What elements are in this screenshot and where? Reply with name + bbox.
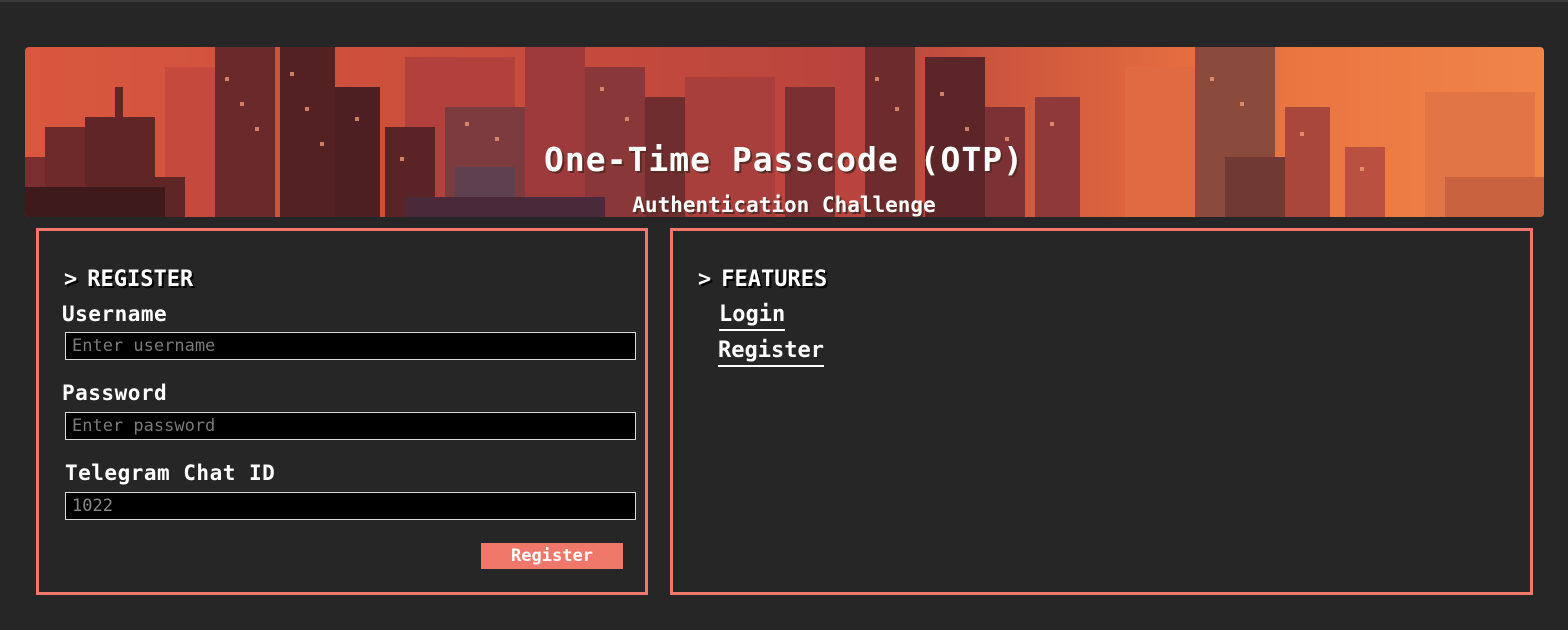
page-subtitle: Authentication Challenge bbox=[632, 193, 936, 217]
register-heading-text: REGISTER bbox=[87, 267, 194, 292]
header-banner: One-Time Passcode (OTP) Authentication C… bbox=[25, 47, 1544, 217]
telegram-chat-id-label: Telegram Chat ID bbox=[65, 461, 276, 485]
login-link[interactable]: Login bbox=[719, 302, 786, 331]
chevron-right-icon: > bbox=[64, 267, 78, 292]
password-label: Password bbox=[62, 381, 168, 405]
features-heading-text: FEATURES bbox=[721, 267, 828, 292]
features-panel: > FEATURES Login Register bbox=[670, 228, 1533, 595]
telegram-chat-id-input[interactable] bbox=[65, 492, 636, 520]
username-input[interactable] bbox=[65, 332, 636, 360]
page-title: One-Time Passcode (OTP) bbox=[544, 140, 1024, 179]
password-input[interactable] bbox=[65, 412, 636, 440]
top-border bbox=[0, 0, 1568, 2]
chevron-right-icon: > bbox=[698, 267, 712, 292]
username-label: Username bbox=[62, 302, 168, 326]
register-panel: > REGISTER Username Password Telegram Cha… bbox=[36, 228, 648, 595]
register-link[interactable]: Register bbox=[718, 338, 824, 367]
register-heading: > REGISTER bbox=[64, 267, 193, 293]
features-heading: > FEATURES bbox=[698, 267, 827, 293]
register-button[interactable]: Register bbox=[481, 543, 623, 569]
